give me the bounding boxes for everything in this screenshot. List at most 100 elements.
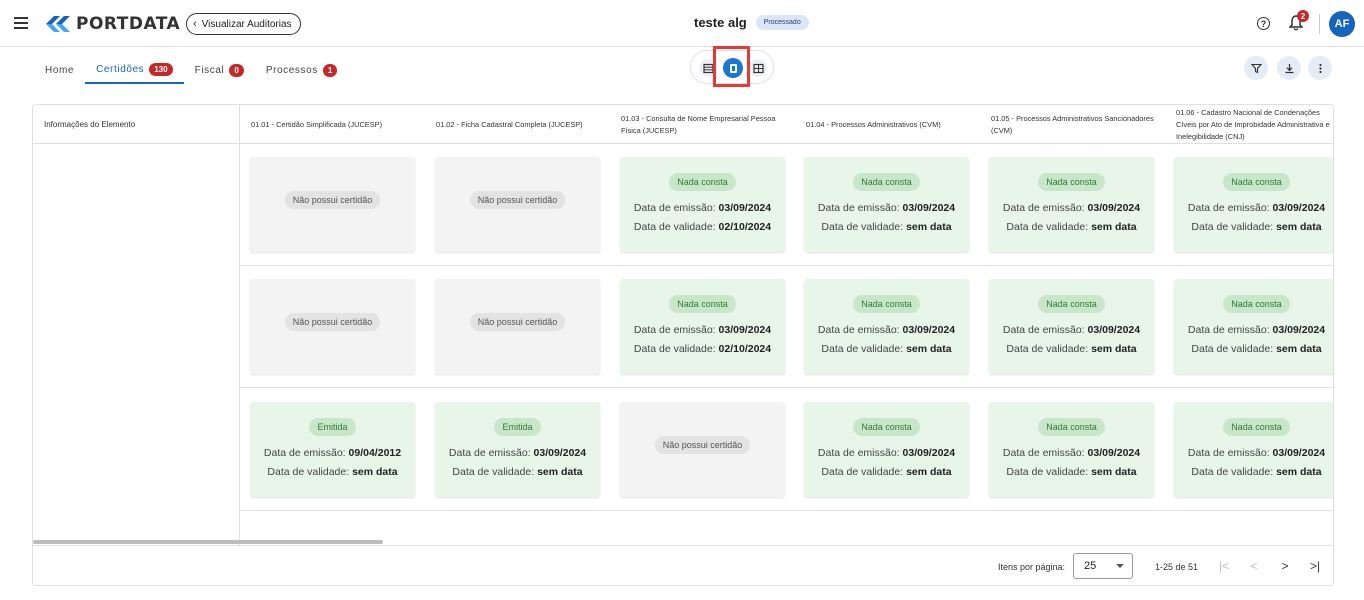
card-view-icon xyxy=(729,63,737,73)
certificate-card[interactable]: Nada consta Data de emissão: 03/09/2024 Da… xyxy=(804,402,969,497)
help-icon[interactable]: ? xyxy=(1257,17,1270,30)
issue-date-line: Data de emissão: 03/09/2024 xyxy=(1003,321,1140,340)
issue-date-line: Data de emissão: 03/09/2024 xyxy=(1188,321,1325,340)
column-header: 01.02 - Ficha Cadastral Completa (JUCESP… xyxy=(436,119,583,129)
table-header-row: 01.01 - Certidão Simplificada (JUCESP) 0… xyxy=(240,105,1333,144)
element-info-header: Informações do Elemento xyxy=(33,105,239,144)
validity-date-label: Data de validade: xyxy=(1006,465,1089,478)
issue-date-label: Data de emissão: xyxy=(1187,323,1270,336)
horizontal-scrollbar-thumb[interactable] xyxy=(33,540,383,544)
validity-date-value: sem data xyxy=(906,220,952,233)
certificate-card[interactable]: Nada consta Data de emissão: 03/09/2024 Da… xyxy=(1174,279,1333,374)
certificate-card[interactable]: Nada consta Data de emissão: 03/09/2024 Da… xyxy=(1174,157,1333,252)
validity-date-line: Data de validade: sem data xyxy=(821,463,951,482)
view-audits-button[interactable]: ‹ Visualizar Auditorias xyxy=(186,13,301,35)
validity-date-value: sem data xyxy=(1091,465,1137,478)
validity-date-label: Data de validade: xyxy=(821,465,904,478)
column-header: 01.04 - Processos Administrativos (CVM) xyxy=(806,119,941,129)
validity-date-label: Data de validade: xyxy=(633,220,716,233)
certificate-card[interactable]: Não possui certidão xyxy=(620,402,785,497)
view-audits-label: Visualizar Auditorias xyxy=(201,18,292,30)
column-header: 01.01 - Certidão Simplificada (JUCESP) xyxy=(251,119,383,129)
tab-certidoes[interactable]: Certidões 130 xyxy=(85,56,184,84)
more-vert-icon xyxy=(1318,63,1322,73)
filter-icon xyxy=(1250,63,1262,73)
issue-date-line: Data de emissão: 03/09/2024 xyxy=(1188,199,1325,218)
certificate-card[interactable]: Nada consta Data de emissão: 03/09/2024 Da… xyxy=(620,279,785,374)
validity-date-line: Data de validade: sem data xyxy=(821,218,951,237)
first-page-button[interactable]: |< xyxy=(1215,557,1233,575)
issue-date-label: Data de emissão: xyxy=(263,446,346,459)
certificate-card[interactable]: Não possui certidão xyxy=(250,279,415,374)
certificate-card[interactable]: Nada consta Data de emissão: 03/09/2024 Da… xyxy=(620,157,785,252)
validity-date-line: Data de validade: sem data xyxy=(1191,463,1321,482)
certificate-card[interactable]: Não possui certidão xyxy=(435,279,600,374)
issue-date-line: Data de emissão: 03/09/2024 xyxy=(818,444,955,463)
validity-date-value: sem data xyxy=(906,465,952,478)
last-page-button[interactable]: >| xyxy=(1306,557,1324,575)
validity-date-line: Data de validade: sem data xyxy=(267,463,397,482)
help-glyph: ? xyxy=(1260,18,1267,29)
issue-date-line: Data de emissão: 03/09/2024 xyxy=(818,199,955,218)
certificate-card[interactable]: Emitida Data de emissão: 03/09/2024 Data d… xyxy=(435,402,600,497)
tab-processos[interactable]: Processos 1 xyxy=(255,56,349,84)
certificate-card[interactable]: Não possui certidão xyxy=(435,157,600,252)
download-icon xyxy=(1285,63,1293,73)
table-view-icon xyxy=(752,63,764,73)
validity-date-label: Data de validade: xyxy=(1191,220,1274,233)
validity-date-value: sem data xyxy=(1276,220,1322,233)
validity-date-label: Data de validade: xyxy=(452,465,535,478)
validity-date-label: Data de validade: xyxy=(1006,220,1089,233)
validity-date-value: sem data xyxy=(1091,342,1137,355)
page-title: teste alg xyxy=(694,15,747,30)
issue-date-line: Data de emissão: 03/09/2024 xyxy=(449,444,586,463)
row-divider xyxy=(240,387,1333,388)
previous-page-button[interactable]: < xyxy=(1245,557,1263,575)
validity-date-line: Data de validade: sem data xyxy=(1191,340,1321,359)
top-bar: PORTDATA ‹ Visualizar Auditorias teste a… xyxy=(0,0,1364,47)
tab-certidoes-label: Certidões xyxy=(96,63,145,75)
validity-date-value: sem data xyxy=(1276,342,1322,355)
more-options-button[interactable] xyxy=(1308,56,1332,80)
certificate-card[interactable]: Nada consta Data de emissão: 03/09/2024 Da… xyxy=(804,157,969,252)
notifications-button[interactable]: 2 xyxy=(1288,10,1309,33)
issue-date-label: Data de emissão: xyxy=(1187,201,1270,214)
download-button[interactable] xyxy=(1277,56,1301,80)
certificate-card[interactable]: Não possui certidão xyxy=(250,157,415,252)
table-view-button[interactable] xyxy=(749,59,767,77)
issue-date-value: 03/09/2024 xyxy=(902,201,956,214)
certificate-status-badge: Não possui certidão xyxy=(469,313,566,331)
validity-date-value: sem data xyxy=(1091,220,1137,233)
validity-date-line: Data de validade: sem data xyxy=(1006,218,1136,237)
items-per-page-label: Itens por página: xyxy=(998,562,1066,572)
brand-logo[interactable]: PORTDATA xyxy=(44,12,180,36)
certificate-card[interactable]: Nada consta Data de emissão: 03/09/2024 Da… xyxy=(1174,402,1333,497)
pagination-range: 1-25 de 51 xyxy=(1155,562,1199,572)
issue-date-value: 09/04/2012 xyxy=(348,446,402,459)
filter-button[interactable] xyxy=(1244,56,1268,80)
portdata-logo-icon xyxy=(46,16,70,32)
certificate-status-badge: Nada consta xyxy=(1223,294,1290,313)
issue-date-value: 03/09/2024 xyxy=(718,201,772,214)
tab-certidoes-count: 130 xyxy=(149,62,173,76)
validity-date-value: 02/10/2024 xyxy=(718,220,772,233)
certificate-card[interactable]: Nada consta Data de emissão: 03/09/2024 Da… xyxy=(804,279,969,374)
validity-date-label: Data de validade: xyxy=(1006,342,1089,355)
user-avatar[interactable]: AF xyxy=(1329,11,1355,37)
card-view-button[interactable] xyxy=(723,58,743,78)
tab-fiscal[interactable]: Fiscal 0 xyxy=(184,56,255,84)
row-divider xyxy=(240,265,1333,266)
tab-home[interactable]: Home xyxy=(34,56,85,84)
items-per-page-select[interactable]: 25 xyxy=(1073,553,1133,579)
certificate-card[interactable]: Nada consta Data de emissão: 03/09/2024 Da… xyxy=(989,157,1154,252)
issue-date-value: 03/09/2024 xyxy=(1272,446,1326,459)
certificate-card[interactable]: Nada consta Data de emissão: 03/09/2024 Da… xyxy=(989,402,1154,497)
issue-date-line: Data de emissão: 03/09/2024 xyxy=(818,321,955,340)
certificate-card[interactable]: Emitida Data de emissão: 09/04/2012 Data d… xyxy=(250,402,415,497)
certificate-card[interactable]: Nada consta Data de emissão: 03/09/2024 Da… xyxy=(989,279,1154,374)
list-view-button[interactable] xyxy=(699,59,717,77)
validity-date-label: Data de validade: xyxy=(821,342,904,355)
issue-date-label: Data de emissão: xyxy=(1002,323,1085,336)
menu-icon[interactable] xyxy=(14,17,28,29)
next-page-button[interactable]: > xyxy=(1276,557,1294,575)
